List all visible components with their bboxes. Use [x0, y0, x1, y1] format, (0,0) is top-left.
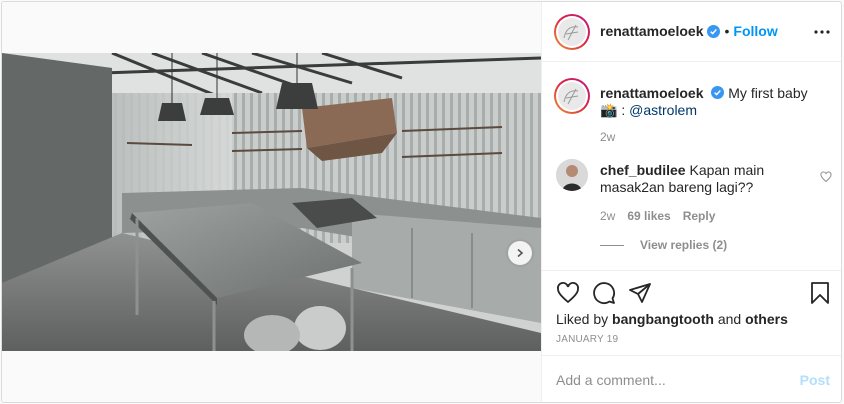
verified-badge-icon — [707, 24, 721, 38]
view-replies-button[interactable]: View replies (2) — [600, 238, 727, 252]
post-comment-button[interactable]: Post — [800, 372, 830, 388]
heart-icon[interactable] — [556, 281, 580, 305]
comment-likes[interactable]: 69 likes — [627, 209, 670, 223]
comment-icon[interactable] — [592, 281, 616, 305]
add-comment-input[interactable] — [556, 368, 786, 392]
commenter-avatar[interactable] — [556, 159, 588, 191]
person-avatar-icon — [556, 159, 588, 191]
liked-by-user[interactable]: bangbangtooth — [612, 311, 714, 327]
caption-line2-prefix: 📸 : — [600, 102, 630, 118]
verified-badge-icon — [711, 86, 725, 99]
header-separator: • — [724, 23, 730, 39]
caption-body: My first baby — [728, 85, 808, 101]
liked-by-prefix: Liked by — [556, 311, 609, 327]
comment-meta: 2w 69 likes Reply — [600, 209, 715, 223]
view-replies-label: View replies (2) — [640, 238, 728, 252]
post-header: renattamoeloek • Follow — [542, 2, 841, 62]
comment-like-heart-icon[interactable] — [820, 171, 832, 183]
reply-button[interactable]: Reply — [683, 209, 716, 223]
post-date[interactable]: JANUARY 19 — [556, 334, 618, 345]
comment-composer: Post — [542, 355, 841, 402]
author-avatar[interactable] — [554, 14, 590, 50]
post-actions: Liked by bangbangtooth and others JANUAR… — [542, 270, 841, 354]
caption-time[interactable]: 2w — [600, 130, 615, 144]
header-user-line: renattamoeloek • Follow — [600, 23, 778, 39]
share-icon[interactable] — [628, 281, 652, 305]
chevron-right-icon — [517, 248, 524, 258]
caption-mention[interactable]: @astrolem — [629, 102, 697, 118]
caption-username[interactable]: renattamoeloek — [600, 85, 703, 101]
comments-list: renattamoeloek My first baby 📸 : @astrol… — [542, 63, 841, 270]
more-horizontal-icon — [814, 30, 830, 34]
liked-by-line: Liked by bangbangtooth and others — [556, 311, 788, 327]
kitchen-photo-illustration — [2, 53, 541, 351]
post-photo[interactable] — [2, 53, 541, 351]
follow-button[interactable]: Follow — [733, 23, 777, 39]
caption-text: renattamoeloek My first baby 📸 : @astrol… — [600, 85, 830, 119]
caption-avatar[interactable] — [554, 78, 590, 114]
comment-text: chef_budilee Kapan main masak2an bareng … — [600, 162, 810, 196]
comment-time[interactable]: 2w — [600, 209, 615, 223]
avatar-sketch-icon — [563, 24, 579, 41]
header-username[interactable]: renattamoeloek — [600, 23, 703, 39]
commenter-username[interactable]: chef_budilee — [600, 162, 686, 178]
replies-divider — [600, 244, 624, 246]
next-slide-button[interactable] — [508, 241, 532, 265]
more-options-button[interactable] — [812, 22, 832, 42]
liked-by-others[interactable]: others — [745, 311, 788, 327]
media-area — [2, 2, 541, 402]
post-container: renattamoeloek • Follow renattamoeloek M… — [1, 1, 842, 403]
avatar-sketch-icon — [563, 88, 579, 105]
post-side-panel: renattamoeloek • Follow renattamoeloek M… — [541, 2, 841, 402]
bookmark-icon[interactable] — [808, 281, 832, 305]
liked-by-and: and — [717, 311, 742, 327]
